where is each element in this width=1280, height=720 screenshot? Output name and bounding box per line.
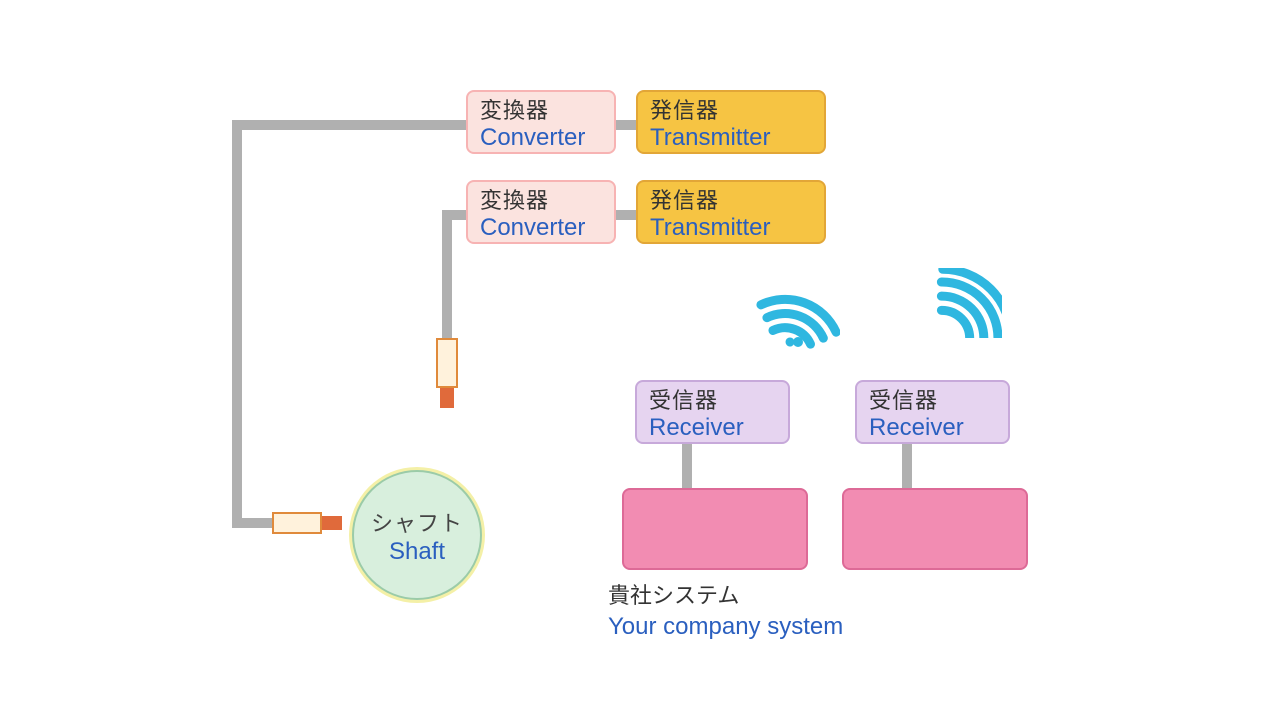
transmitter-1-jp: 発信器 bbox=[650, 98, 814, 124]
receiver-2-jp: 受信器 bbox=[869, 388, 998, 414]
shaft-en: Shaft bbox=[354, 538, 480, 566]
converter-1-en: Converter bbox=[480, 124, 604, 153]
sensor-vertical-tip bbox=[440, 388, 454, 408]
system-box-2 bbox=[842, 488, 1028, 570]
receiver-1: 受信器 Receiver bbox=[635, 380, 790, 444]
converter-1: 変換器 Converter bbox=[466, 90, 616, 154]
converter-2: 変換器 Converter bbox=[466, 180, 616, 244]
sensor-vertical bbox=[436, 338, 458, 388]
transmitter-2-jp: 発信器 bbox=[650, 188, 814, 214]
wire-conv2-tx2 bbox=[614, 210, 638, 220]
converter-1-jp: 変換器 bbox=[480, 98, 604, 124]
transmitter-2: 発信器 Transmitter bbox=[636, 180, 826, 244]
wire-conv1-left-v bbox=[232, 120, 242, 528]
system-caption: 貴社システム Your company system bbox=[608, 582, 843, 642]
system-caption-en: Your company system bbox=[608, 611, 843, 642]
receiver-1-jp: 受信器 bbox=[649, 388, 778, 414]
sensor-horizontal-tip bbox=[322, 516, 342, 530]
receiver-2-en: Receiver bbox=[869, 414, 998, 443]
system-caption-jp: 貴社システム bbox=[608, 582, 843, 611]
wifi-icon-2 bbox=[902, 268, 1002, 338]
receiver-2: 受信器 Receiver bbox=[855, 380, 1010, 444]
converter-2-jp: 変換器 bbox=[480, 188, 604, 214]
shaft: シャフト Shaft bbox=[352, 470, 482, 600]
wire-conv1-tx1 bbox=[614, 120, 638, 130]
converter-2-en: Converter bbox=[480, 214, 604, 243]
wire-shaft-h bbox=[232, 518, 272, 528]
system-box-1 bbox=[622, 488, 808, 570]
wifi-icon-1 bbox=[740, 282, 840, 352]
sensor-horizontal bbox=[272, 512, 322, 534]
transmitter-1-en: Transmitter bbox=[650, 124, 814, 153]
shaft-jp: シャフト bbox=[354, 506, 480, 538]
wire-conv2-left-v bbox=[442, 210, 452, 338]
wire-conv1-left-h bbox=[232, 120, 466, 130]
wire-rx2-sys bbox=[902, 443, 912, 491]
transmitter-1: 発信器 Transmitter bbox=[636, 90, 826, 154]
wire-rx1-sys bbox=[682, 443, 692, 491]
receiver-1-en: Receiver bbox=[649, 414, 778, 443]
transmitter-2-en: Transmitter bbox=[650, 214, 814, 243]
